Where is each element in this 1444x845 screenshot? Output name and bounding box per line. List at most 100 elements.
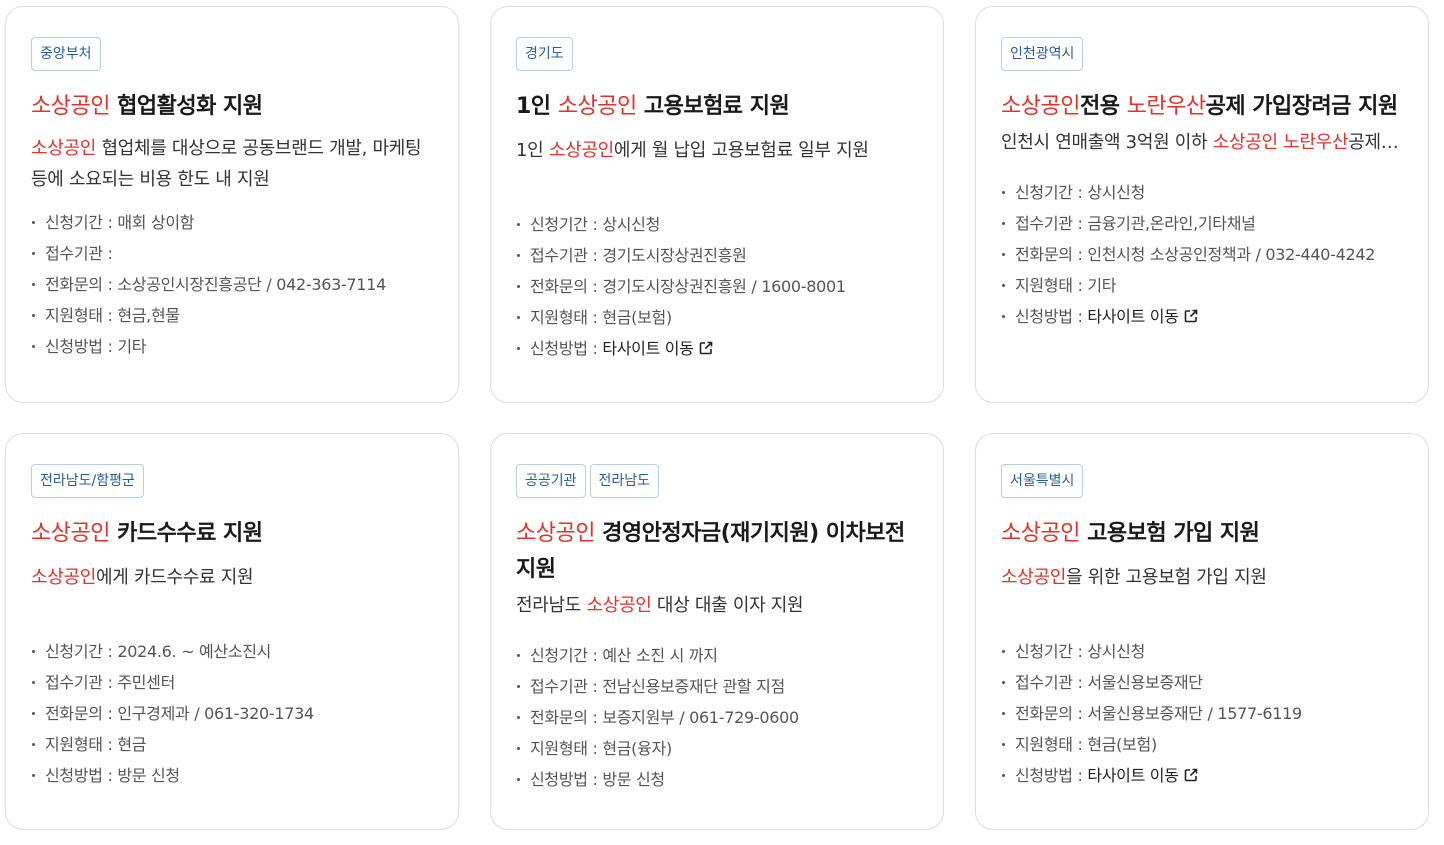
description-text: 인천시 연매출액 3억원 이하 [1001, 132, 1213, 153]
info-phone: 전화문의 : 서울신용보증재단 / 1577-6119 [1001, 698, 1403, 729]
support-program-grid: 중앙부처 소상공인 협업활성화 지원 소상공인 협업체를 대상으로 공동브랜드 … [0, 0, 1444, 845]
description-text: 을 위한 고용보험 가입 지원 [1066, 567, 1267, 588]
info-phone: 전화문의 : 소상공인시장진흥공단 / 042-363-7114 [31, 269, 433, 300]
program-card[interactable]: 서울특별시 소상공인 고용보험 가입 지원 소상공인을 위한 고용보험 가입 지… [975, 433, 1429, 830]
info-type: 지원형태 : 현금(융자) [516, 733, 918, 764]
info-type: 지원형태 : 현금 [31, 729, 433, 760]
tag-list: 서울특별시 [1001, 464, 1403, 498]
info-method: 신청방법 : 타사이트 이동 [1001, 301, 1403, 332]
program-title[interactable]: 소상공인 협업활성화 지원 [31, 89, 433, 125]
method-value: 방문 신청 [602, 770, 665, 789]
program-card[interactable]: 경기도 1인 소상공인 고용보험료 지원 1인 소상공인에게 월 납입 고용보험… [490, 6, 944, 403]
title-text: 고용보험 가입 지원 [1079, 521, 1260, 546]
info-phone: 전화문의 : 인천시청 소상공인정책과 / 032-440-4242 [1001, 239, 1403, 270]
description-text: 에게 카드수수료 지원 [96, 567, 254, 588]
link-text: 타사이트 이동 [1087, 766, 1179, 785]
info-method: 신청방법 : 방문 신청 [516, 764, 918, 795]
description-text: 공제 가입장려금 지원 [1348, 132, 1403, 153]
region-tag: 전라남도 [589, 464, 660, 498]
region-tag: 경기도 [516, 37, 573, 71]
method-label: 신청방법 : [530, 339, 603, 358]
program-info-list: 신청기간 : 상시신청 접수기관 : 금융기관,온라인,기타채널 전화문의 : … [1001, 177, 1403, 332]
region-tag: 인천광역시 [1001, 37, 1084, 71]
external-site-link[interactable]: 타사이트 이동 [602, 339, 713, 358]
program-description: 인천시 연매출액 3억원 이하 소상공인 노란우산공제 가입장려금 지원 [1001, 127, 1403, 167]
info-phone: 전화문의 : 경기도시장상권진흥원 / 1600-8001 [516, 271, 918, 302]
region-tag: 서울특별시 [1001, 464, 1084, 498]
description-text: 에게 월 납입 고용보험료 일부 지원 [613, 140, 869, 161]
info-period: 신청기간 : 상시신청 [516, 209, 918, 240]
description-text: 대상 대출 이자 지원 [651, 595, 804, 616]
info-agency: 접수기관 : 금융기관,온라인,기타채널 [1001, 208, 1403, 239]
external-site-link[interactable]: 타사이트 이동 [1087, 766, 1198, 785]
link-text: 타사이트 이동 [1087, 307, 1179, 326]
region-tag: 중앙부처 [31, 37, 101, 71]
info-period: 신청기간 : 상시신청 [1001, 177, 1403, 208]
info-method: 신청방법 : 방문 신청 [31, 760, 433, 791]
keyword-highlight: 소상공인 [1001, 567, 1067, 588]
program-title[interactable]: 소상공인 카드수수료 지원 [31, 516, 433, 552]
program-info-list: 신청기간 : 상시신청 접수기관 : 서울신용보증재단 전화문의 : 서울신용보… [1001, 636, 1403, 791]
keyword-highlight: 소상공인 [548, 140, 614, 161]
keyword-highlight: 소상공인 [31, 521, 110, 546]
info-period: 신청기간 : 매회 상이함 [31, 207, 433, 238]
info-phone: 전화문의 : 보증지원부 / 061-729-0600 [516, 702, 918, 733]
external-link-icon [1184, 309, 1197, 323]
info-agency: 접수기관 : [31, 238, 433, 269]
info-period: 신청기간 : 예산 소진 시 까지 [516, 640, 918, 671]
program-description: 소상공인을 위한 고용보험 가입 지원 [1001, 562, 1403, 624]
keyword-highlight: 소상공인 [31, 567, 97, 588]
program-card[interactable]: 인천광역시 소상공인전용 노란우산공제 가입장려금 지원 인천시 연매출액 3억… [975, 6, 1429, 403]
title-text: 전용 [1079, 94, 1127, 119]
program-info-list: 신청기간 : 2024.6. ~ 예산소진시 접수기관 : 주민센터 전화문의 … [31, 636, 433, 791]
description-text: 전라남도 [516, 595, 587, 616]
info-period: 신청기간 : 상시신청 [1001, 636, 1403, 667]
program-description: 1인 소상공인에게 월 납입 고용보험료 일부 지원 [516, 135, 918, 197]
method-label: 신청방법 : [45, 766, 118, 785]
title-text: 고용보험료 지원 [636, 94, 790, 119]
program-card[interactable]: 공공기관 전라남도 소상공인 경영안정자금(재기지원) 이차보전 지원 전라남도… [490, 433, 944, 830]
keyword-highlight: 소상공인 [1001, 94, 1080, 119]
method-value: 방문 신청 [117, 766, 180, 785]
external-link-icon [699, 341, 712, 355]
keyword-highlight: 소상공인 [516, 521, 595, 546]
program-info-list: 신청기간 : 상시신청 접수기관 : 경기도시장상권진흥원 전화문의 : 경기도… [516, 209, 918, 364]
program-title[interactable]: 소상공인 고용보험 가입 지원 [1001, 516, 1403, 552]
info-phone: 전화문의 : 인구경제과 / 061-320-1734 [31, 698, 433, 729]
title-text: 공제 가입장려금 지원 [1205, 94, 1398, 119]
program-title[interactable]: 소상공인전용 노란우산공제 가입장려금 지원 [1001, 89, 1403, 125]
program-card[interactable]: 전라남도/함평군 소상공인 카드수수료 지원 소상공인에게 카드수수료 지원 신… [5, 433, 459, 830]
program-title[interactable]: 소상공인 경영안정자금(재기지원) 이차보전 지원 [516, 516, 918, 588]
keyword-highlight: 노란우산 [1126, 94, 1206, 119]
program-title[interactable]: 1인 소상공인 고용보험료 지원 [516, 89, 918, 125]
keyword-highlight: 소상공인 [1001, 521, 1080, 546]
link-text: 타사이트 이동 [602, 339, 694, 358]
tag-list: 인천광역시 [1001, 37, 1403, 71]
keyword-highlight: 소상공인 [557, 94, 637, 119]
tag-list: 중앙부처 [31, 37, 433, 71]
program-info-list: 신청기간 : 매회 상이함 접수기관 : 전화문의 : 소상공인시장진흥공단 /… [31, 207, 433, 362]
external-site-link[interactable]: 타사이트 이동 [1087, 307, 1198, 326]
info-type: 지원형태 : 기타 [1001, 270, 1403, 301]
program-description: 전라남도 소상공인 대상 대출 이자 지원 [516, 590, 918, 630]
program-description: 소상공인에게 카드수수료 지원 [31, 562, 433, 624]
title-text: 카드수수료 지원 [109, 521, 263, 546]
info-method: 신청방법 : 타사이트 이동 [516, 333, 918, 364]
program-card[interactable]: 중앙부처 소상공인 협업활성화 지원 소상공인 협업체를 대상으로 공동브랜드 … [5, 6, 459, 403]
method-value: 기타 [117, 337, 147, 356]
title-text: 협업활성화 지원 [109, 94, 263, 119]
external-link-icon [1184, 768, 1197, 782]
method-label: 신청방법 : [1015, 307, 1088, 326]
keyword-highlight: 소상공인 [31, 94, 110, 119]
info-type: 지원형태 : 현금(보험) [1001, 729, 1403, 760]
info-method: 신청방법 : 기타 [31, 331, 433, 362]
keyword-highlight: 소상공인 [586, 595, 652, 616]
region-tag: 전라남도/함평군 [31, 464, 144, 498]
program-info-list: 신청기간 : 예산 소진 시 까지 접수기관 : 전남신용보증재단 관할 지점 … [516, 640, 918, 795]
info-type: 지원형태 : 현금(보험) [516, 302, 918, 333]
info-agency: 접수기관 : 주민센터 [31, 667, 433, 698]
keyword-highlight: 소상공인 노란우산 [1212, 132, 1349, 153]
program-description: 소상공인 협업체를 대상으로 공동브랜드 개발, 마케팅 등에 소요되는 비용 … [31, 133, 433, 195]
info-agency: 접수기관 : 서울신용보증재단 [1001, 667, 1403, 698]
tag-list: 공공기관 전라남도 [516, 464, 918, 498]
